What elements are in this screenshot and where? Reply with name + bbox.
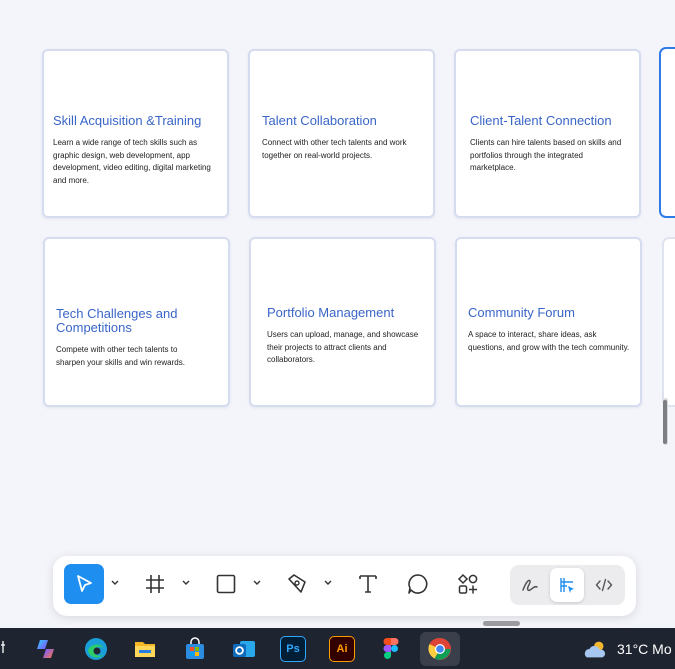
card-description: Learn a wide range of tech skills such a… <box>53 138 211 186</box>
selected-frame-partial[interactable] <box>659 47 675 218</box>
shape-tool-button[interactable] <box>206 564 246 604</box>
frame-partial[interactable] <box>662 237 675 407</box>
file-explorer-taskbar-button[interactable] <box>132 636 158 662</box>
edge-browser-icon <box>85 638 107 660</box>
outlook-taskbar-button[interactable] <box>231 636 257 662</box>
chevron-down-icon <box>182 580 190 585</box>
card-title: Talent Collaboration <box>262 113 377 128</box>
comment-bubble-icon <box>408 574 428 594</box>
card-title: Skill Acquisition &Training <box>53 113 202 128</box>
move-tool-menu-chevron[interactable] <box>110 578 120 588</box>
draw-mode-button[interactable] <box>513 568 547 602</box>
card-title: Community Forum <box>468 305 575 320</box>
frame-tool-button[interactable] <box>135 564 175 604</box>
text-tool-button[interactable] <box>348 564 388 604</box>
comment-tool-button[interactable] <box>398 564 438 604</box>
figma-icon <box>383 638 399 659</box>
design-mode-icon <box>560 578 574 593</box>
partial-tray-icon <box>0 641 6 653</box>
chrome-taskbar-button[interactable] <box>420 632 460 666</box>
text-tool-icon <box>359 575 377 593</box>
frame-hash-icon <box>146 575 164 593</box>
edge-taskbar-button[interactable] <box>83 636 109 662</box>
card-title: Tech Challenges and Competitions <box>56 306 178 335</box>
actions-tool-button[interactable] <box>448 564 488 604</box>
copilot-icon <box>37 640 54 658</box>
bottom-toolbar <box>53 556 636 616</box>
file-explorer-icon <box>135 642 155 657</box>
pen-tool-icon <box>288 574 306 593</box>
card-title: Client-Talent Connection <box>470 113 612 128</box>
card-title: Portfolio Management <box>267 305 395 320</box>
feature-card-skill-acquisition[interactable]: Skill Acquisition &Training Learn a wide… <box>42 49 229 218</box>
weather-widget[interactable] <box>583 636 609 662</box>
move-tool-button[interactable] <box>64 564 104 604</box>
copilot-taskbar-button[interactable] <box>34 636 60 662</box>
card-description: Clients can hire talents based on skills… <box>470 138 622 173</box>
home-indicator <box>483 621 520 626</box>
photoshop-taskbar-button[interactable]: Ps <box>280 636 306 662</box>
weather-temperature[interactable]: 31°C Mo <box>617 641 672 657</box>
design-canvas[interactable]: Skill Acquisition &Training Learn a wide… <box>0 0 675 628</box>
card-description: Users can upload, manage, and showcase t… <box>267 330 419 365</box>
feature-card-portfolio-management[interactable]: Portfolio Management Users can upload, m… <box>249 237 436 407</box>
shape-tool-menu-chevron[interactable] <box>252 578 262 588</box>
chevron-down-icon <box>111 580 119 585</box>
components-icon <box>457 573 478 594</box>
design-mode-button[interactable] <box>550 568 584 602</box>
frame-tool-menu-chevron[interactable] <box>181 578 191 588</box>
feature-card-talent-collaboration[interactable]: Talent Collaboration Connect with other … <box>248 49 435 218</box>
scrollbar-thumb[interactable] <box>663 400 667 444</box>
illustrator-taskbar-button[interactable]: Ai <box>329 636 355 662</box>
illustrator-icon: Ai <box>336 643 348 655</box>
chevron-down-icon <box>253 580 261 585</box>
cloudy-weather-icon <box>584 641 606 658</box>
dev-mode-icon <box>595 578 613 592</box>
feature-card-community-forum[interactable]: Community Forum A space to interact, sha… <box>455 237 642 407</box>
card-description: Compete with other tech talents to sharp… <box>56 345 185 367</box>
mode-switcher <box>510 565 625 605</box>
microsoft-store-icon <box>186 637 204 659</box>
pen-tool-button[interactable] <box>277 564 317 604</box>
move-cursor-icon <box>77 575 92 592</box>
dev-mode-button[interactable] <box>587 568 621 602</box>
draw-mode-icon <box>522 579 538 592</box>
store-taskbar-button[interactable] <box>182 636 208 662</box>
card-description: A space to interact, share ideas, ask qu… <box>468 330 630 352</box>
windows-taskbar: Ps Ai <box>0 628 675 669</box>
photoshop-icon: Ps <box>286 643 300 655</box>
chrome-icon <box>428 637 451 660</box>
pen-tool-menu-chevron[interactable] <box>323 578 333 588</box>
outlook-icon <box>233 641 255 657</box>
feature-card-client-talent-connection[interactable]: Client-Talent Connection Clients can hir… <box>454 49 641 218</box>
rectangle-icon <box>216 574 236 594</box>
figma-taskbar-button[interactable] <box>378 636 404 662</box>
feature-card-tech-challenges[interactable]: Tech Challenges and Competitions Compete… <box>43 237 230 407</box>
chevron-down-icon <box>324 580 332 585</box>
card-description: Connect with other tech talents and work… <box>262 138 407 160</box>
